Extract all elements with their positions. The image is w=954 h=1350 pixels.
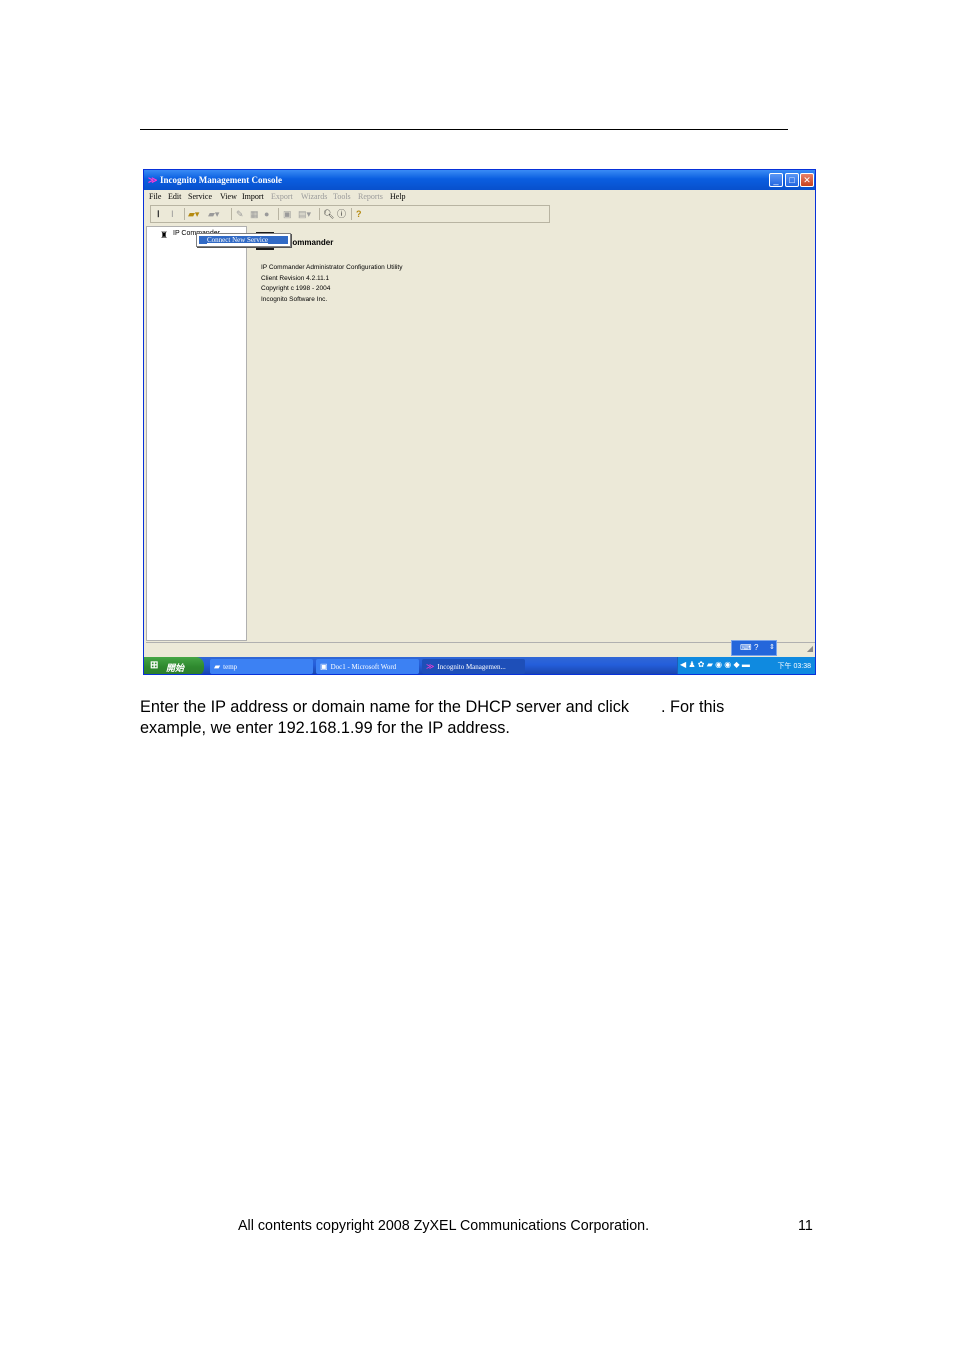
system-tray: ◀ ♟ ✿ ▰ ◉ ◉ ◆ ▬ 下午 03:38 bbox=[677, 657, 815, 674]
menu-file[interactable]: File bbox=[149, 192, 161, 201]
task-label: Incognito Managemen... bbox=[437, 663, 506, 671]
menu-reports[interactable]: Reports bbox=[358, 192, 383, 201]
body-paragraph-line-1: Enter the IP address or domain name for … bbox=[140, 697, 820, 718]
tray-icons[interactable]: ◀ ♟ ✿ ▰ ◉ ◉ ◆ ▬ bbox=[680, 660, 750, 669]
info-line: IP Commander Administrator Configuration… bbox=[261, 264, 403, 271]
toolbar: Ⅰ Ⅰ ▰▾ ▰▾ ✎ ▦ ● ▣ ▤▾ 🔍︎ ⓘ ? bbox=[150, 205, 550, 223]
footer-copyright: All contents copyright 2008 ZyXEL Commun… bbox=[238, 1218, 650, 1234]
chat-icon[interactable]: ● bbox=[264, 208, 269, 220]
task-label: temp bbox=[223, 663, 238, 671]
menu-service[interactable]: Service bbox=[188, 192, 212, 201]
info-icon[interactable]: ⓘ bbox=[337, 208, 346, 220]
menu-wizards[interactable]: Wizards bbox=[301, 192, 327, 201]
header-rule bbox=[140, 129, 788, 130]
toolbar-separator bbox=[231, 208, 232, 220]
taskbar: ⊞ 開始 ▰ temp ▣ Doc1 - Microsoft Word ≫ Incog… bbox=[144, 657, 815, 674]
toolbar-separator bbox=[351, 208, 352, 220]
toolbar-separator bbox=[278, 208, 279, 220]
window-title: Incognito Management Console bbox=[160, 175, 282, 185]
page-number: 11 bbox=[798, 1218, 813, 1234]
clock: 下午 03:38 bbox=[777, 663, 811, 670]
context-menu: Connect New Service bbox=[196, 233, 291, 247]
folder-icon: ▰ bbox=[214, 662, 221, 671]
maximize-button[interactable]: □ bbox=[785, 173, 799, 187]
menu-view[interactable]: View bbox=[220, 192, 237, 201]
task-word[interactable]: ▣ Doc1 - Microsoft Word bbox=[316, 659, 419, 674]
image-icon[interactable]: ▣ bbox=[283, 208, 292, 220]
windows-flag-icon: ⊞ bbox=[150, 660, 159, 671]
body-text: Enter the IP address or domain name for … bbox=[140, 698, 629, 716]
help-icon[interactable]: ? bbox=[754, 643, 758, 652]
grid-icon[interactable]: ▦ bbox=[250, 208, 259, 220]
commander-icon: ♜ bbox=[160, 230, 169, 240]
body-paragraph-line-2: example, we enter 192.168.1.99 for the I… bbox=[140, 719, 510, 737]
app-icon: ≫ bbox=[148, 175, 158, 185]
app-screenshot-window: ≫ Incognito Management Console _ □ ✕ Fil… bbox=[143, 169, 816, 675]
info-line: Client Revision 4.2.11.1 bbox=[261, 275, 330, 282]
document-icon[interactable]: ▤▾ bbox=[298, 208, 311, 220]
word-icon: ▣ bbox=[320, 662, 328, 671]
search-icon[interactable]: 🔍︎ bbox=[323, 208, 334, 220]
task-label: Doc1 - Microsoft Word bbox=[330, 663, 397, 671]
close-button[interactable]: ✕ bbox=[800, 173, 814, 187]
app-icon: ≫ bbox=[426, 662, 435, 671]
connect-icon[interactable]: Ⅰ bbox=[157, 208, 160, 220]
keyboard-icon[interactable]: ⌨ bbox=[740, 643, 752, 652]
connect-new-service-item[interactable]: Connect New Service bbox=[199, 236, 288, 244]
menu-tools[interactable]: Tools bbox=[333, 192, 351, 201]
status-bar bbox=[146, 642, 815, 656]
title-bar[interactable]: ≫ Incognito Management Console _ □ ✕ bbox=[144, 170, 815, 190]
save-icon[interactable]: ▰▾ bbox=[208, 208, 219, 220]
minimize-button[interactable]: _ bbox=[769, 173, 783, 187]
open-folder-icon[interactable]: ▰▾ bbox=[188, 208, 199, 220]
service-tree: ♜ IP Commander bbox=[146, 226, 247, 641]
menu-export[interactable]: Export bbox=[271, 192, 293, 201]
disconnect-icon[interactable]: Ⅰ bbox=[171, 208, 174, 220]
menu-edit[interactable]: Edit bbox=[168, 192, 181, 201]
menu-bar: File Edit Service View Import Export Wiz… bbox=[144, 191, 815, 204]
resize-grip-icon[interactable]: ◢ bbox=[807, 644, 813, 653]
body-text: . For this bbox=[660, 698, 725, 716]
toolbar-separator bbox=[184, 208, 185, 220]
info-line: Copyright c 1998 - 2004 bbox=[261, 285, 331, 292]
task-incognito[interactable]: ≫ Incognito Managemen... bbox=[422, 659, 525, 674]
toolbar-separator bbox=[319, 208, 320, 220]
details-pane: IP Commander IP Commander Administrator … bbox=[248, 226, 815, 641]
start-button[interactable]: ⊞ 開始 bbox=[144, 657, 204, 674]
menu-help[interactable]: Help bbox=[390, 192, 406, 201]
start-label: 開始 bbox=[166, 663, 185, 673]
language-bar[interactable]: ⌨ ? ⇕ bbox=[731, 640, 777, 656]
task-temp[interactable]: ▰ temp bbox=[210, 659, 313, 674]
info-line: Incognito Software Inc. bbox=[261, 296, 328, 303]
edit-icon[interactable]: ✎ bbox=[236, 208, 244, 220]
options-icon[interactable]: ⇕ bbox=[769, 643, 775, 651]
help-icon[interactable]: ? bbox=[356, 208, 362, 220]
menu-import[interactable]: Import bbox=[242, 192, 264, 201]
